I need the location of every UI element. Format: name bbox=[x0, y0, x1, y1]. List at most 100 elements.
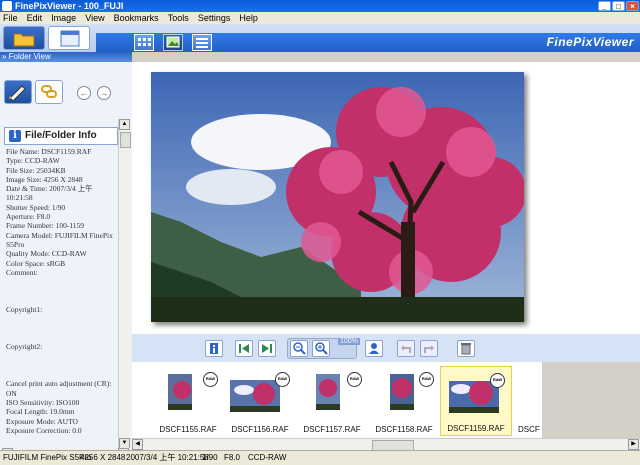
thumbnail-item[interactable]: RAW DSCF1158.RAF bbox=[368, 366, 440, 436]
close-button[interactable]: × bbox=[626, 1, 639, 11]
status-camera: FUJIFILM FinePix S5Pro bbox=[3, 453, 92, 462]
info-button[interactable] bbox=[205, 340, 223, 357]
menu-view[interactable]: View bbox=[82, 12, 107, 24]
menu-image[interactable]: Image bbox=[48, 12, 79, 24]
rotate-right-icon bbox=[424, 345, 434, 353]
left-panel: ← → i File/Folder Info File Name: DSCF11… bbox=[0, 62, 132, 459]
info-line: Image Size: 4256 X 2848 bbox=[6, 174, 83, 184]
info-scrollbar[interactable]: ▲ ▼ bbox=[118, 119, 131, 449]
minimize-button[interactable]: _ bbox=[598, 1, 611, 11]
forward-arrow-icon[interactable]: → bbox=[97, 86, 111, 100]
menu-help[interactable]: Help bbox=[236, 12, 261, 24]
thumbnail-caption: DSCF1156.RAF bbox=[231, 425, 289, 434]
info-line bbox=[6, 286, 118, 295]
maximize-button[interactable]: □ bbox=[612, 1, 625, 11]
rotate-left-icon bbox=[401, 345, 411, 353]
thumbnail-item[interactable]: RAW DSCF1156.RAF bbox=[224, 366, 296, 436]
grid-icon bbox=[138, 38, 151, 46]
menu-bookmarks[interactable]: Bookmarks bbox=[111, 12, 162, 24]
link-tool-button[interactable] bbox=[35, 80, 63, 104]
preview-image[interactable] bbox=[151, 72, 524, 322]
raw-badge: RAW bbox=[347, 372, 362, 387]
skip-forward-icon bbox=[262, 344, 272, 353]
folder-icon bbox=[13, 33, 35, 47]
zoom-level: 100% bbox=[338, 338, 360, 345]
info-line bbox=[6, 370, 118, 379]
info-line: Date & Time: 2007/3/4 上午 bbox=[6, 184, 93, 194]
scroll-thumb[interactable] bbox=[120, 132, 131, 148]
header-band: FinePixViewer bbox=[96, 33, 640, 52]
info-line: Cancel print auto adjustment (CR): bbox=[6, 379, 112, 389]
rotate-left-button[interactable] bbox=[397, 340, 415, 357]
thumbnail-caption: DSCF1157.RAF bbox=[303, 425, 361, 434]
first-image-button[interactable] bbox=[235, 340, 253, 357]
raw-badge: RAW bbox=[275, 372, 290, 387]
last-image-button[interactable] bbox=[258, 340, 276, 357]
thumbnail-item[interactable]: RAW DSCF1155.RAF bbox=[152, 366, 224, 436]
person-icon bbox=[369, 343, 379, 354]
scroll-left-arrow-icon[interactable]: ◀ bbox=[132, 439, 143, 450]
thumbnail-item[interactable]: RAW DSCF1157.RAF bbox=[296, 366, 368, 436]
title-bar: FinePixViewer - 100_FUJI _ □ × bbox=[0, 0, 640, 12]
calendar-icon bbox=[60, 30, 80, 47]
zoom-out-button[interactable] bbox=[290, 340, 308, 357]
info-line: Camera Model: FUJIFILM FinePix bbox=[6, 230, 113, 240]
status-aperture: F8.0 bbox=[224, 453, 241, 462]
delete-button[interactable] bbox=[457, 340, 475, 357]
scroll-up-arrow-icon[interactable]: ▲ bbox=[119, 119, 130, 130]
info-line: File Name: DSCF1159.RAF bbox=[6, 147, 92, 156]
chain-icon bbox=[41, 85, 57, 98]
info-line: Exposure Correction: 0.0 bbox=[6, 425, 82, 435]
portrait-button[interactable] bbox=[365, 340, 383, 357]
brush-icon bbox=[9, 85, 26, 102]
raw-badge: RAW bbox=[203, 372, 218, 387]
single-view-button[interactable] bbox=[163, 34, 183, 51]
thumbnail-item-selected[interactable]: RAW DSCF1159.RAF bbox=[440, 366, 512, 436]
menu-tools[interactable]: Tools bbox=[165, 12, 192, 24]
info-line: Color Space: sRGB bbox=[6, 258, 66, 268]
zoom-in-button[interactable] bbox=[312, 340, 330, 357]
brand-logo: FinePixViewer bbox=[546, 35, 634, 49]
top-toolbar: FinePixViewer bbox=[0, 24, 640, 52]
list-icon bbox=[196, 38, 208, 48]
magnifier-plus-icon bbox=[315, 342, 328, 355]
info-line bbox=[6, 324, 118, 333]
menu-edit[interactable]: Edit bbox=[24, 12, 46, 24]
info-line: Comment: bbox=[6, 267, 38, 277]
list-view-button[interactable] bbox=[192, 34, 212, 51]
status-mode: CCD-RAW bbox=[248, 453, 287, 462]
back-arrow-icon[interactable]: ← bbox=[77, 86, 91, 100]
thumbnail-item[interactable]: DSCF bbox=[518, 366, 542, 436]
raw-badge: RAW bbox=[419, 372, 434, 387]
info-line: Type: CCD-RAW bbox=[6, 156, 60, 166]
info-line: ON bbox=[6, 388, 17, 398]
breadcrumb: » Folder View bbox=[0, 52, 132, 62]
info-line: Shutter Speed: 1/90 bbox=[6, 202, 66, 212]
info-line: 10:21:58 bbox=[6, 193, 33, 203]
scroll-right-arrow-icon[interactable]: ▶ bbox=[628, 439, 639, 450]
calendar-view-mode-button[interactable] bbox=[48, 26, 90, 50]
image-toolbar: 100% bbox=[132, 334, 640, 362]
info-line bbox=[6, 352, 118, 361]
tree-photo-icon bbox=[151, 72, 524, 322]
info-line: Copyright1: bbox=[6, 305, 43, 315]
info-line bbox=[6, 361, 118, 370]
info-line bbox=[6, 333, 118, 342]
edit-tool-button[interactable] bbox=[4, 80, 32, 104]
thumbnail-caption: DSCF bbox=[518, 425, 540, 434]
skip-back-icon bbox=[239, 344, 249, 353]
menu-file[interactable]: File bbox=[0, 12, 21, 24]
preview-pane bbox=[132, 62, 640, 334]
info-line: Quality Mode: CCD-RAW bbox=[6, 249, 87, 259]
rotate-right-button[interactable] bbox=[420, 340, 438, 357]
info-line: Exposure Mode: AUTO bbox=[6, 416, 78, 426]
folder-view-mode-button[interactable] bbox=[3, 26, 45, 50]
menu-settings[interactable]: Settings bbox=[195, 12, 234, 24]
thumbnail-caption: DSCF1155.RAF bbox=[159, 425, 217, 434]
info-line: ISO Sensitivity: ISO100 bbox=[6, 398, 80, 408]
window-title: FinePixViewer - 100_FUJI bbox=[15, 1, 124, 11]
info-line bbox=[6, 296, 118, 305]
grid-view-button[interactable] bbox=[134, 34, 154, 51]
status-bar: FUJIFILM FinePix S5Pro 4256 X 2848 2007/… bbox=[0, 450, 640, 465]
info-line: File Size: 25034KB bbox=[6, 165, 66, 175]
